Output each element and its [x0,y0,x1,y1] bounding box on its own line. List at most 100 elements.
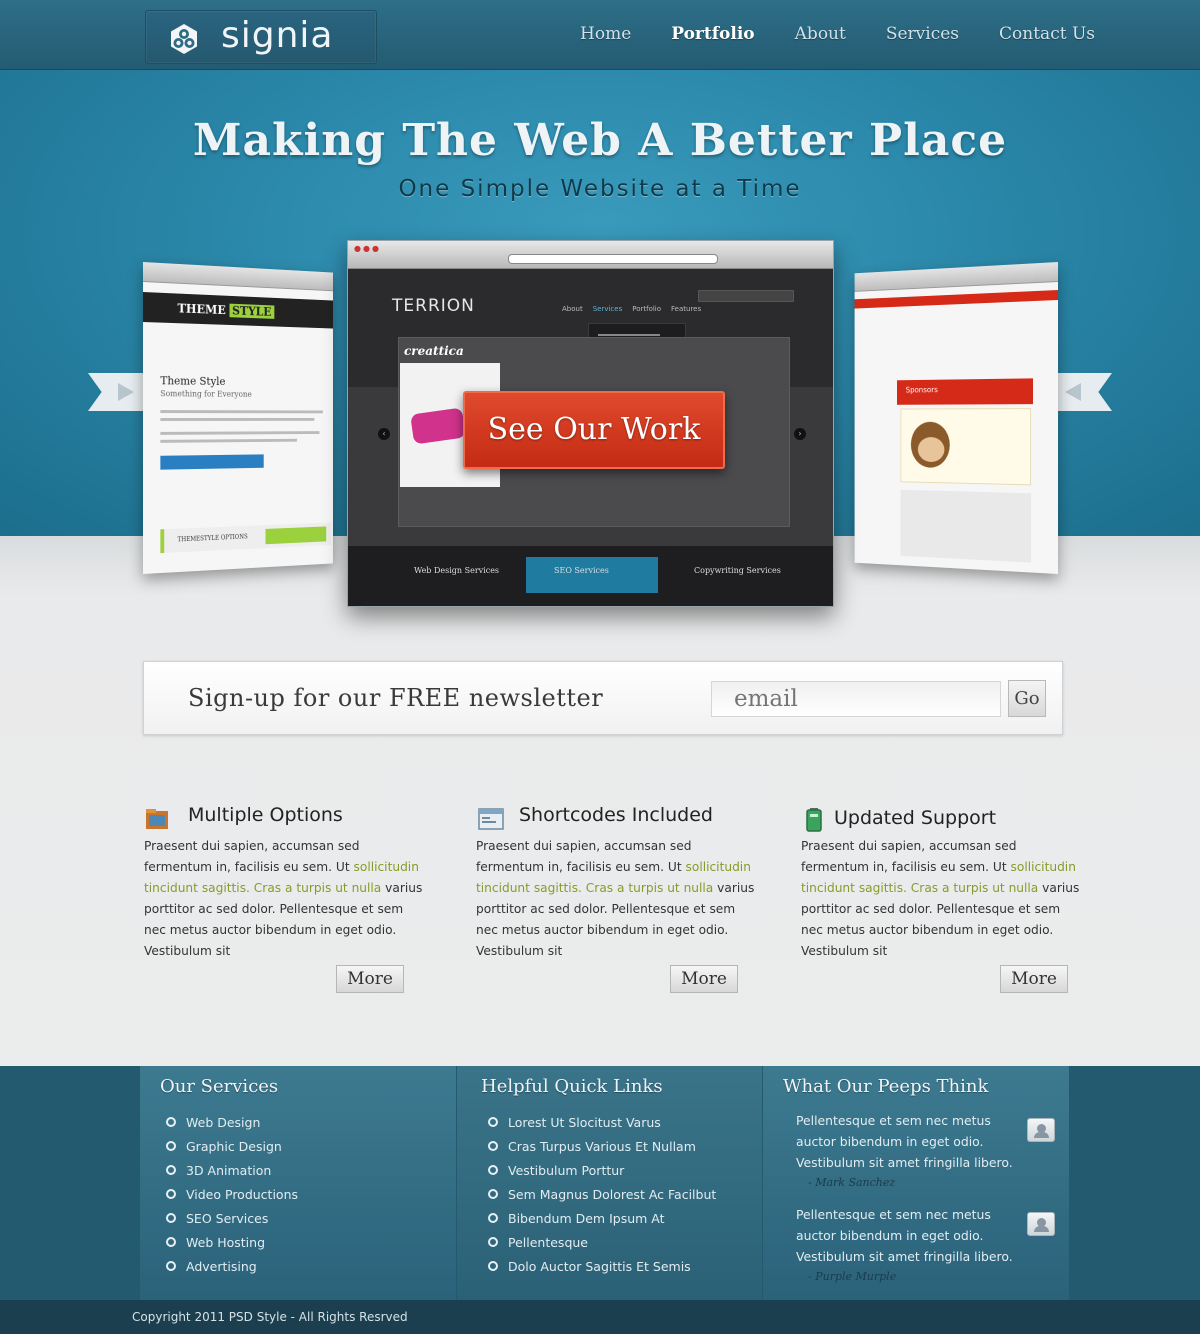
monkey-mascot-face [918,437,945,462]
footer-column-title: What Our Peeps Think [783,1076,988,1097]
footer-testimonials-column: What Our Peeps Think Pellentesque et sem… [763,1066,1069,1300]
preview-tile-label: SEO Services [554,566,609,575]
quick-link-item[interactable]: Bibendum Dem Ipsum At [488,1206,716,1230]
copyright-bar: Copyright 2011 PSD Style - All Rights Re… [0,1300,1200,1334]
circle-bullet-icon [166,1189,176,1199]
testimonial-author: - Mark Sanchez [808,1176,895,1189]
next-arrow-icon[interactable] [1065,383,1081,401]
hexagon-logo-icon [168,23,200,55]
list-item-label: Pellentesque [508,1235,588,1250]
main-nav: Home Portfolio About Services Contact Us [580,24,1095,44]
services-list-item[interactable]: Web Design [166,1110,298,1134]
services-list-item[interactable]: Video Productions [166,1182,298,1206]
preview-tile [670,557,800,593]
preview-logo-a: THEME [178,301,226,317]
preview-logo: THEME STYLE [178,301,274,318]
prev-arrow-icon[interactable] [118,383,134,401]
more-button[interactable]: More [1000,965,1068,993]
services-list-item[interactable]: 3D Animation [166,1158,298,1182]
quick-link-item[interactable]: Lorest Ut Slocitust Varus [488,1110,716,1134]
circle-bullet-icon [488,1141,498,1151]
preview-sponsors-label: Sponsors [906,385,938,394]
chevron-left-icon: ‹ [378,428,390,440]
preview-red-nav [855,290,1058,309]
services-list-item[interactable]: Advertising [166,1254,298,1278]
preview-logo-b: STYLE [229,304,274,319]
nav-contact-us[interactable]: Contact Us [999,24,1095,44]
slide-left-preview[interactable]: THEME STYLE Theme Style Something for Eve… [143,262,333,574]
feature-text: Praesent dui sapien, accumsan sed fermen… [801,836,1081,962]
preview-tile-label: Web Design Services [414,566,499,575]
testimonial-text: Pellentesque et sem nec metus auctor bib… [796,1110,1016,1173]
preview-tile [386,557,514,593]
list-item-label: Dolo Auctor Sagittis Et Semis [508,1259,691,1274]
preview-text-line [160,439,297,443]
services-list: Web Design Graphic Design 3D Animation V… [166,1110,298,1278]
list-item-label: SEO Services [186,1211,268,1226]
circle-bullet-icon [488,1117,498,1127]
footer-quick-links-column: Helpful Quick Links Lorest Ut Slocitust … [457,1066,762,1300]
circle-bullet-icon [166,1165,176,1175]
preview-nav-item: About [562,305,583,313]
preview-dropdown-item [598,334,660,336]
list-item-label: Lorest Ut Slocitust Varus [508,1115,661,1130]
quick-link-item[interactable]: Dolo Auctor Sagittis Et Semis [488,1254,716,1278]
testimonial-author: - Purple Murple [808,1270,896,1283]
list-item-label: 3D Animation [186,1163,271,1178]
quick-link-item[interactable]: Cras Turpus Various Et Nullam [488,1134,716,1158]
preview-tile [526,557,658,593]
see-our-work-button[interactable]: See Our Work [463,391,725,469]
preview-slide-title: creattica [404,344,464,358]
list-item-label: Sem Magnus Dolorest Ac Facilbut [508,1187,716,1202]
feature-title: Multiple Options [188,804,343,826]
window-controls-icon: ●●● [354,244,381,253]
feature-title: Updated Support [834,807,996,829]
services-list-item[interactable]: Web Hosting [166,1230,298,1254]
preview-text-line [160,431,319,435]
list-item-label: Vestibulum Porttur [508,1163,624,1178]
feature-text-start: Praesent dui sapien, accumsan sed fermen… [801,839,1016,874]
preview-logo: TERRION [392,296,475,316]
nav-about[interactable]: About [795,24,846,44]
logo[interactable]: signia [145,10,377,64]
circle-bullet-icon [488,1165,498,1175]
circle-bullet-icon [166,1141,176,1151]
services-list-item[interactable]: Graphic Design [166,1134,298,1158]
preview-search [698,290,794,302]
services-list-item[interactable]: SEO Services [166,1206,298,1230]
footer-column-title: Helpful Quick Links [481,1076,663,1097]
more-button[interactable]: More [670,965,738,993]
nav-services[interactable]: Services [886,24,959,44]
speech-bubble-icon [1027,1212,1055,1236]
quick-link-item[interactable]: Pellentesque [488,1230,716,1254]
preview-gray-block [900,490,1031,563]
browser-toolbar: ●●● [348,241,833,269]
preview-nav: About Services Portfolio Features [562,305,701,313]
preview-text-line [160,410,322,413]
preview-tile-label: Copywriting Services [694,566,781,575]
go-button[interactable]: Go [1008,680,1046,717]
email-field[interactable] [711,681,1001,717]
preview-nav-item: Features [671,305,701,313]
nav-portfolio[interactable]: Portfolio [671,24,754,44]
list-item-label: Advertising [186,1259,257,1274]
preview-header: THEME STYLE [143,292,333,328]
list-item-label: Bibendum Dem Ipsum At [508,1211,665,1226]
browser-url-bar [508,254,718,264]
feature-text: Praesent dui sapien, accumsan sed fermen… [476,836,756,962]
nav-home[interactable]: Home [580,24,631,44]
more-button[interactable]: More [336,965,404,993]
slide-right-preview[interactable]: Sponsors [855,262,1058,574]
quick-link-item[interactable]: Vestibulum Porttur [488,1158,716,1182]
quick-link-item[interactable]: Sem Magnus Dolorest Ac Facilbut [488,1182,716,1206]
footer-services-column: Our Services Web Design Graphic Design 3… [140,1066,456,1300]
circle-bullet-icon [488,1213,498,1223]
newsletter-label: Sign-up for our FREE newsletter [188,684,603,712]
list-item-label: Web Design [186,1115,260,1130]
feature-title: Shortcodes Included [519,804,713,826]
hero-title: Making The Web A Better Place [0,115,1200,166]
circle-bullet-icon [166,1213,176,1223]
list-item-label: Web Hosting [186,1235,265,1250]
hero-subtitle: One Simple Website at a Time [0,176,1200,202]
user-body-icon [1034,1132,1049,1138]
